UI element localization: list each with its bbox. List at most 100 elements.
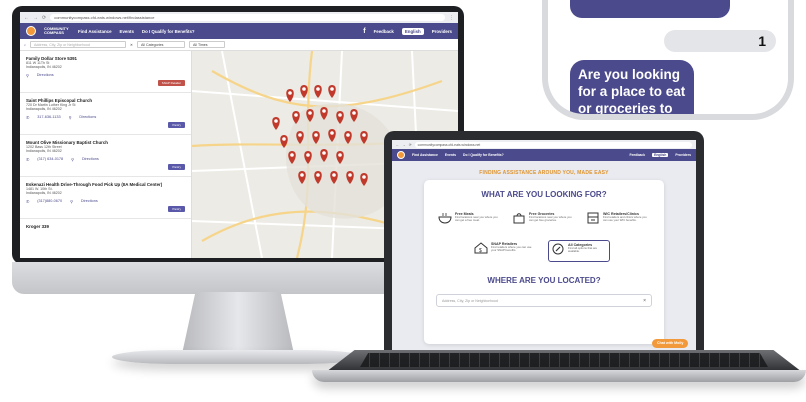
location-city: Indianapolis, IN 46202 — [26, 65, 62, 70]
nav-events[interactable]: Events — [120, 29, 134, 34]
category-free-groceries[interactable]: Free Groceries Find locations near you wh… — [512, 212, 574, 234]
laptop-address-bar[interactable]: communitycompass.cfd-eats.windows.net — [414, 141, 692, 148]
phone-icon: ✆ — [26, 115, 30, 120]
map-pin-icon[interactable] — [350, 109, 358, 122]
nav-qualify[interactable]: Do I Qualify for Benefits? — [463, 153, 504, 157]
map-pin-icon[interactable] — [320, 107, 328, 120]
list-item[interactable]: Eskenazi Health Drive-Through Food Pick … — [20, 177, 191, 219]
back-icon[interactable]: ← — [24, 15, 29, 21]
back-icon[interactable]: ← — [396, 143, 399, 147]
directions-link[interactable]: Directions — [82, 157, 99, 161]
reload-icon[interactable]: ⟳ — [409, 143, 412, 147]
map-pin-icon[interactable] — [346, 171, 354, 184]
map-pin-icon[interactable] — [286, 89, 294, 102]
map-pin-icon[interactable] — [314, 85, 322, 98]
nav-events[interactable]: Events — [445, 153, 456, 157]
clear-icon[interactable]: × — [643, 295, 646, 307]
category-desc: Find locations near you where you can ge… — [455, 215, 498, 223]
language-button[interactable]: English — [401, 27, 424, 35]
map-pin-icon[interactable] — [328, 85, 336, 98]
nav-qualify[interactable]: Do I Qualify for Benefits? — [142, 29, 195, 34]
pin-icon: ⚲ — [71, 157, 74, 162]
list-item[interactable]: Family Dollar Store 5391 811 W 11Th St I… — [20, 51, 191, 93]
list-item[interactable]: Mount Olive Missionary Baptist Church 12… — [20, 135, 191, 177]
phone-link[interactable]: (317)880-0670 — [37, 199, 62, 203]
desktop-browser-bar: ← → ⟳ communitycompass.cfd-eats.windows.… — [20, 12, 458, 23]
nav-providers[interactable]: Providers — [432, 29, 452, 34]
map-pin-icon[interactable] — [336, 111, 344, 124]
bot-question-bubble: Are you looking for a place to eat or gr… — [570, 60, 694, 114]
map-pin-icon[interactable] — [328, 129, 336, 142]
map-pin-icon[interactable] — [312, 131, 320, 144]
clear-icon[interactable]: ✕ — [130, 43, 133, 47]
phone-link[interactable]: (317) 634-0178 — [37, 157, 63, 161]
map-pin-icon[interactable] — [300, 85, 308, 98]
menu-icon[interactable]: ⋮ — [449, 15, 454, 21]
map-pin-icon[interactable] — [288, 151, 296, 164]
location-list[interactable]: Family Dollar Store 5391 811 W 11Th St I… — [20, 51, 192, 258]
map-pin-icon[interactable] — [292, 111, 300, 124]
nav-find-assistance[interactable]: Find Assistance — [78, 29, 112, 34]
phone-link[interactable]: 317-636-1133 — [37, 115, 60, 119]
laptop-front-edge — [312, 370, 806, 382]
search-icon: ⌕ — [24, 42, 27, 47]
directions-link[interactable]: Directions — [79, 115, 96, 119]
bowl-icon — [438, 213, 452, 224]
chat-button[interactable]: Chat with Molly — [652, 339, 689, 348]
logo-text[interactable]: COMMUNITY COMPASS — [44, 26, 70, 36]
map-pin-icon[interactable] — [304, 151, 312, 164]
compass-icon — [552, 243, 564, 255]
map-pin-icon[interactable] — [306, 109, 314, 122]
user-message-bubble: 1 — [664, 30, 776, 52]
list-item[interactable]: Saint Phillips Episcopal Church 720 Dr M… — [20, 93, 191, 135]
category-all[interactable]: All Categories Find all options that are … — [548, 240, 610, 262]
monitor-stand — [182, 292, 294, 354]
map-pin-icon[interactable] — [272, 117, 280, 130]
map-pin-icon[interactable] — [344, 131, 352, 144]
category-select[interactable]: All Categories — [137, 41, 186, 48]
facebook-icon[interactable]: f — [363, 28, 365, 35]
times-select[interactable]: All Times — [189, 41, 226, 48]
desktop-search-input[interactable]: Address, City, Zip or Neighborhood — [30, 41, 127, 48]
category-free-meals[interactable]: Free Meals Find locations near you where … — [438, 212, 500, 234]
list-item[interactable]: Kroger 339 — [20, 219, 191, 258]
map-pin-icon[interactable] — [360, 173, 368, 186]
forward-icon[interactable]: → — [33, 15, 38, 21]
location-input[interactable]: Address, City, Zip or Neighborhood × — [436, 294, 652, 307]
category-snap[interactable]: $ SNAP Retailers Find retailers where you… — [474, 242, 536, 264]
category-badge: Pantry — [168, 164, 185, 170]
nav-feedback[interactable]: Feedback — [629, 153, 645, 157]
svg-text:$: $ — [479, 248, 482, 254]
map-pin-icon[interactable] — [320, 149, 328, 162]
map-pin-icon[interactable] — [298, 171, 306, 184]
map-pin-icon[interactable] — [336, 151, 344, 164]
location-city: Indianapolis, IN 46202 — [26, 149, 62, 154]
nav-find-assistance[interactable]: Find Assistance — [412, 153, 438, 157]
category-desc: Find retailers where you can use your SN… — [491, 245, 532, 253]
desktop-address-bar[interactable]: communitycompass.cfd-eats.windows.net/fi… — [50, 14, 445, 21]
map-pin-icon[interactable] — [280, 135, 288, 148]
where-heading: WHERE ARE YOU LOCATED? — [487, 276, 601, 285]
laptop-screen: ← → ⟳ communitycompass.cfd-eats.windows.… — [392, 140, 696, 350]
reload-icon[interactable]: ⟳ — [42, 15, 46, 21]
pin-icon: ⚲ — [70, 199, 73, 204]
compass-logo-icon[interactable] — [26, 26, 36, 36]
location-city: Indianapolis, IN 46202 — [26, 107, 62, 112]
language-button[interactable]: English — [652, 153, 669, 157]
map-pin-icon[interactable] — [330, 171, 338, 184]
user-reply-text: 1 — [758, 33, 766, 49]
pin-icon: ⚲ — [26, 73, 29, 78]
location-city: Indianapolis, IN 46202 — [26, 191, 62, 196]
category-wic[interactable]: WIC Retailers/Clinics Find retailers and … — [586, 212, 648, 234]
forward-icon[interactable]: → — [402, 143, 405, 147]
directions-link[interactable]: Directions — [81, 199, 98, 203]
compass-logo-icon[interactable] — [397, 151, 405, 159]
nav-feedback[interactable]: Feedback — [374, 29, 394, 34]
map-pin-icon[interactable] — [360, 131, 368, 144]
chat-screen: 1 Are you looking for a place to eat or … — [548, 0, 788, 114]
map-pin-icon[interactable] — [314, 171, 322, 184]
product-mockup: { "desktop": { "url": "communitycompass.… — [0, 0, 806, 402]
directions-link[interactable]: Directions — [37, 73, 54, 77]
nav-providers[interactable]: Providers — [675, 153, 691, 157]
map-pin-icon[interactable] — [296, 131, 304, 144]
